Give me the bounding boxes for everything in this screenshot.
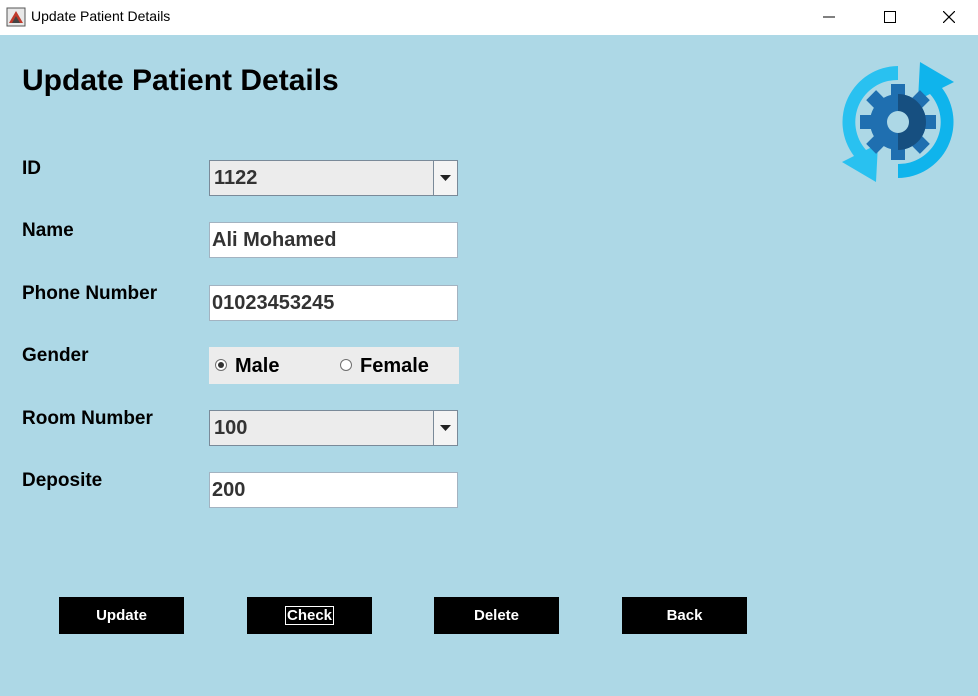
deposit-label: Deposite: [22, 470, 103, 491]
radio-unselected-icon[interactable]: [340, 359, 352, 371]
room-number-dropdown[interactable]: 100: [209, 410, 458, 446]
name-field[interactable]: [209, 222, 458, 258]
minimize-icon: [823, 16, 835, 18]
room-number-label: Room Number: [22, 408, 153, 429]
delete-button-label: Delete: [473, 607, 520, 624]
phone-field[interactable]: [209, 285, 458, 321]
gender-label: Gender: [22, 345, 89, 366]
page-title: Update Patient Details: [22, 64, 339, 97]
java-app-icon: [6, 7, 26, 27]
deposit-field[interactable]: [209, 472, 458, 508]
window-title-bar: Update Patient Details: [0, 0, 978, 35]
update-button[interactable]: Update: [59, 597, 184, 634]
female-radio-label: Female: [360, 355, 429, 377]
back-button[interactable]: Back: [622, 597, 747, 634]
room-number-dropdown-value: 100: [214, 417, 248, 439]
radio-selected-icon[interactable]: [215, 359, 227, 371]
window-title: Update Patient Details: [31, 8, 171, 24]
check-button[interactable]: Check: [247, 597, 372, 634]
name-label: Name: [22, 220, 74, 241]
chevron-down-icon: [440, 175, 451, 181]
maximize-button[interactable]: [861, 0, 919, 35]
back-button-label: Back: [666, 607, 703, 624]
close-icon: [943, 11, 955, 23]
id-label: ID: [22, 158, 41, 179]
chevron-down-icon: [440, 425, 451, 431]
male-radio-label: Male: [235, 355, 280, 377]
id-dropdown-value: 1122: [214, 167, 258, 189]
id-dropdown-arrow-button[interactable]: [433, 161, 457, 195]
delete-button[interactable]: Delete: [434, 597, 559, 634]
room-number-dropdown-arrow-button[interactable]: [433, 411, 457, 445]
check-button-label: Check: [284, 606, 335, 625]
maximize-icon: [884, 11, 896, 23]
minimize-button[interactable]: [800, 0, 858, 35]
close-button[interactable]: [920, 0, 978, 35]
phone-label: Phone Number: [22, 283, 158, 304]
id-dropdown[interactable]: 1122: [209, 160, 458, 196]
gender-radio-group: Male Female: [209, 347, 459, 384]
update-button-label: Update: [96, 607, 147, 624]
update-gear-icon: [842, 62, 954, 182]
